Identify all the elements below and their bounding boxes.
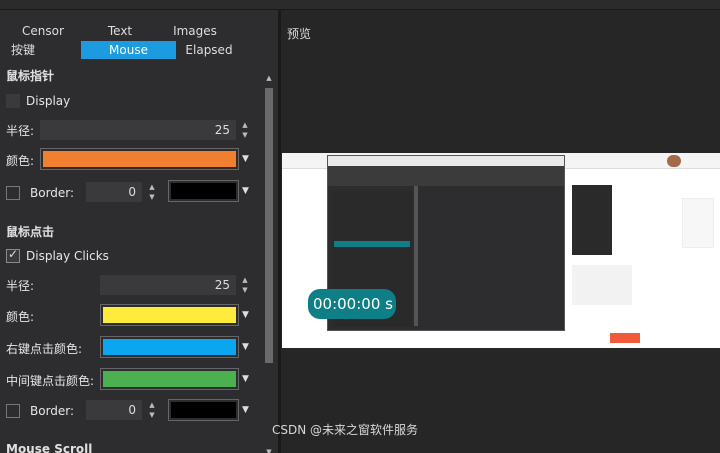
tab-text[interactable]: Text [77,22,163,40]
inner-scrollbar [414,186,418,326]
pointer-border-checkbox[interactable] [6,186,20,200]
preview-label: 预览 [287,27,312,41]
tab-censor[interactable]: Censor [0,22,86,40]
chevron-down-icon[interactable]: ▼ [242,186,249,196]
preview-screen: 00:00:00 s [282,153,720,348]
pointer-radius-stepper[interactable]: ▲ ▼ [238,120,252,140]
tab-mouse[interactable]: Mouse [81,41,176,59]
inner-window-header [328,166,564,186]
chevron-down-icon[interactable]: ▼ [242,342,249,352]
clicks-middle-color-picker[interactable] [100,368,239,390]
elapsed-timer: 00:00:00 s [308,289,396,319]
clicks-border-input[interactable]: 0 [86,400,142,420]
tab-images[interactable]: Images [152,22,238,40]
preview-red-button [610,333,640,343]
chevron-down-icon[interactable]: ▼ [242,310,249,320]
clicks-color-picker[interactable] [100,304,239,326]
preview-sidebar-menu [682,198,714,248]
pointer-color-label: 颜色: [6,154,35,168]
pointer-display-checkbox[interactable] [6,94,20,108]
clicks-right-color-picker[interactable] [100,336,239,358]
clicks-border-color-picker[interactable] [168,399,239,421]
chevron-down-icon[interactable]: ▼ [242,405,249,415]
scroll-up-icon[interactable]: ▲ [264,74,274,82]
pointer-border-stepper[interactable]: ▲ ▼ [145,182,159,202]
inner-color-bar [334,241,410,247]
preview-panel: 预览 00:00:00 s [281,10,720,453]
settings-scrollbar[interactable]: ▲ ▼ [264,72,274,453]
pointer-border-color-picker[interactable] [168,180,239,202]
preview-image-block [572,185,612,255]
clicks-color-label: 颜色: [6,310,35,324]
pointer-radius-input[interactable]: 25 [40,120,236,140]
pointer-border-label: Border: [30,186,75,200]
clicks-border-label: Border: [30,404,75,418]
preview-content-block [572,265,632,305]
clicks-radius-stepper[interactable]: ▲ ▼ [238,275,252,295]
clicks-radius-label: 半径: [6,279,35,293]
scroll-down-icon[interactable]: ▼ [264,448,274,453]
pointer-color-picker[interactable] [40,148,239,170]
tab-elapsed[interactable]: Elapsed [166,41,252,59]
chevron-down-icon[interactable]: ▼ [242,154,249,164]
clicks-right-label: 右键点击颜色: [6,342,83,356]
inner-window-titlebar [328,156,564,166]
tab-keys[interactable]: 按键 [0,41,66,59]
pointer-display-label: Display [26,94,71,108]
clicks-border-checkbox[interactable] [6,404,20,418]
scroll-section-title: Mouse Scroll [6,442,93,453]
scrollbar-thumb[interactable] [265,88,273,363]
chevron-down-icon[interactable]: ▼ [242,374,249,384]
clicks-section-title: 鼠标点击 [6,225,55,239]
settings-panel: Censor Text Images 按键 Mouse Elapsed 鼠标指针… [0,10,278,453]
clicks-border-stepper[interactable]: ▲ ▼ [145,400,159,420]
clicks-display-checkbox[interactable] [6,247,20,263]
clicks-display-label: Display Clicks [26,249,109,263]
pointer-border-input[interactable]: 0 [86,182,142,202]
avatar [667,155,681,167]
clicks-middle-label: 中间键点击颜色: [6,374,95,388]
window-topbar [0,0,720,10]
pointer-section-title: 鼠标指针 [6,69,55,83]
watermark: CSDN @未来之窗软件服务 [272,423,419,437]
clicks-radius-input[interactable]: 25 [100,275,236,295]
pointer-radius-label: 半径: [6,124,35,138]
